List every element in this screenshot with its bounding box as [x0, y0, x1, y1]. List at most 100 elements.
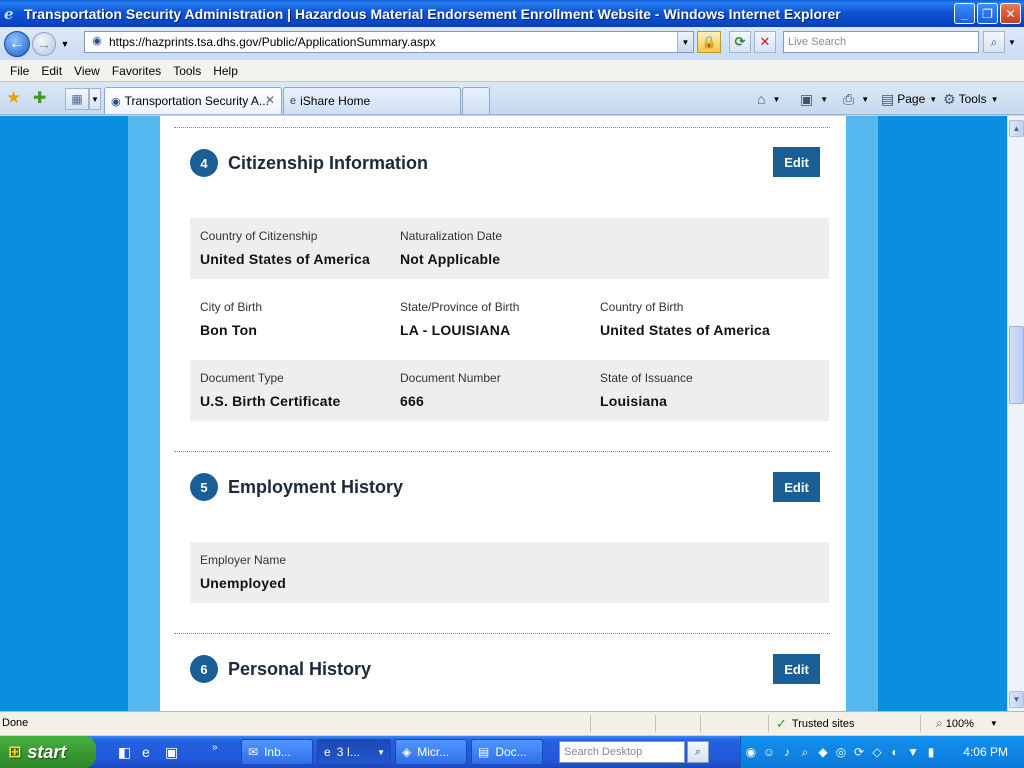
right-border-strip — [846, 116, 878, 711]
section-divider — [174, 633, 830, 634]
edit-personal-history-button[interactable]: Edit — [773, 654, 820, 684]
quick-tabs-button[interactable]: ▦ — [65, 88, 89, 110]
section-title: Citizenship Information — [228, 153, 428, 173]
close-button[interactable]: ✕ — [1000, 3, 1021, 24]
shield-tray-icon[interactable]: ◇ — [869, 744, 885, 760]
edit-employment-button[interactable]: Edit — [773, 472, 820, 502]
menu-favorites[interactable]: Favorites — [106, 64, 167, 78]
forward-arrow-icon: → — [37, 35, 51, 52]
section-title: Employment History — [228, 477, 404, 497]
internet-explorer-icon: e — [4, 4, 14, 23]
page-viewport: 4 Citizenship Information Edit Country o… — [0, 116, 1007, 711]
menu-view[interactable]: View — [68, 64, 106, 78]
menu-help[interactable]: Help — [207, 64, 244, 78]
quick-tabs-grid-icon: ▦ — [71, 92, 83, 106]
scroll-down-arrow-icon[interactable]: ▼ — [1009, 691, 1024, 708]
address-dropdown-button[interactable]: ▼ — [677, 32, 693, 52]
scrollbar-thumb[interactable] — [1009, 326, 1024, 404]
security-lock-icon[interactable]: 🔒 — [697, 31, 721, 53]
search-button[interactable]: ⌕ — [983, 31, 1005, 53]
show-desktop-icon[interactable]: ◧ — [118, 744, 131, 761]
search-icon: ⌕ — [694, 745, 702, 758]
taskbar-button-document[interactable]: ▤ Doc... — [471, 739, 543, 765]
status-bar: Done ✓ Trusted sites ⌕ 100% ▼ — [0, 711, 1024, 735]
field-label: State of Issuance — [600, 371, 693, 385]
live-search-input[interactable]: Live Search — [783, 31, 979, 53]
minimize-button[interactable]: _ — [954, 3, 975, 24]
section-divider — [174, 451, 830, 452]
security-zone-indicator[interactable]: ✓ Trusted sites — [776, 716, 854, 732]
gear-icon: ⚙ — [943, 90, 956, 107]
step-number-badge: 6 — [190, 655, 218, 683]
tab-close-icon[interactable]: ✕ — [265, 93, 275, 107]
info-row: Employer Name Unemployed — [190, 542, 829, 603]
tab-ishare-home[interactable]: e iShare Home — [283, 87, 461, 114]
security-tray-icon[interactable]: ◆ — [815, 744, 831, 760]
window-titlebar[interactable]: e Transportation Security Administration… — [0, 0, 1024, 27]
left-border-strip — [128, 116, 160, 711]
app-tray-icon[interactable]: ◐ — [887, 744, 903, 760]
new-tab-button[interactable] — [462, 87, 490, 114]
desktop-search-button[interactable]: ⌕ — [687, 741, 709, 763]
taskbar-button-microsoft[interactable]: ◈ Micr... — [395, 739, 467, 765]
status-separator — [590, 715, 591, 732]
system-tray: ◉ ☺ ♪ ⌕ ◆ ◎ ⟳ ◇ ◐ ▼ ▮ 4:06 PM — [740, 736, 1024, 768]
add-favorite-icon[interactable]: ✚ — [33, 88, 46, 108]
app-tray-icon[interactable]: ▼ — [905, 744, 921, 760]
search-tray-icon[interactable]: ⌕ — [797, 744, 813, 760]
rss-feed-icon: ▣ — [800, 90, 814, 107]
tab-transportation-security[interactable]: ◉ Transportation Security A... ✕ — [104, 87, 282, 114]
status-separator — [920, 715, 921, 732]
menu-tools[interactable]: Tools — [167, 64, 207, 78]
back-button[interactable]: ← — [4, 30, 30, 57]
address-bar[interactable]: ◉ https://hazprints.tsa.dhs.gov/Public/A… — [84, 31, 694, 53]
tab-list-dropdown[interactable]: ▼ — [89, 88, 101, 110]
scroll-up-arrow-icon[interactable]: ▲ — [1009, 120, 1024, 137]
group-dropdown-icon: ▼ — [377, 747, 385, 757]
internet-explorer-quicklaunch-icon[interactable]: e — [142, 744, 150, 760]
tab-label: Transportation Security A... — [124, 94, 269, 108]
zoom-level-button[interactable]: ⌕ 100% ▼ — [936, 716, 998, 731]
taskbar-button-label: Doc... — [495, 745, 527, 759]
info-row: City of Birth Bon Ton State/Province of … — [190, 289, 829, 350]
update-tray-icon[interactable]: ◎ — [833, 744, 849, 760]
recent-pages-dropdown[interactable]: ▼ — [58, 39, 72, 49]
vertical-scrollbar[interactable]: ▲ ▼ — [1007, 116, 1024, 711]
menu-file[interactable]: File — [4, 64, 35, 78]
refresh-button[interactable]: ⟳ — [729, 31, 751, 53]
forward-button[interactable]: → — [32, 31, 56, 56]
excel-quicklaunch-icon[interactable]: ▣ — [165, 744, 178, 761]
antivirus-tray-icon[interactable]: ▮ — [923, 744, 939, 760]
address-url[interactable]: https://hazprints.tsa.dhs.gov/Public/App… — [109, 35, 436, 49]
window-title: Transportation Security Administration |… — [24, 5, 841, 22]
search-options-dropdown[interactable]: ▼ — [1006, 31, 1018, 53]
step-number-badge: 5 — [190, 473, 218, 501]
maximize-button[interactable]: ❐ — [977, 3, 998, 24]
home-button[interactable]: ⌂ ▼ — [757, 89, 780, 109]
start-label: start — [27, 741, 67, 762]
field-value: United States of America — [200, 251, 370, 267]
print-button[interactable]: ⎙ ▼ — [843, 89, 869, 109]
taskbar-button-ie-group[interactable]: e 3 I... ▼ — [317, 739, 391, 765]
field-country-of-citizenship: Country of Citizenship United States of … — [200, 229, 370, 267]
field-label: Document Number — [400, 371, 501, 385]
quicklaunch-overflow-icon[interactable]: » — [212, 742, 218, 753]
tools-menu-button[interactable]: ⚙ Tools ▼ — [943, 89, 999, 109]
desktop-search-input[interactable]: Search Desktop — [559, 741, 685, 763]
taskbar-button-inbox[interactable]: ✉ Inb... — [241, 739, 313, 765]
system-clock[interactable]: 4:06 PM — [963, 745, 1008, 759]
feeds-button[interactable]: ▣ ▼ — [800, 89, 828, 109]
edit-citizenship-button[interactable]: Edit — [773, 147, 820, 177]
search-icon: ⌕ — [990, 34, 998, 49]
field-value: Bon Ton — [200, 322, 258, 338]
favorites-center-star-icon[interactable]: ★ — [6, 88, 21, 108]
network-tray-icon[interactable]: ◉ — [743, 744, 759, 760]
sync-tray-icon[interactable]: ⟳ — [851, 744, 867, 760]
section-divider — [174, 127, 830, 128]
menu-edit[interactable]: Edit — [35, 64, 68, 78]
page-menu-button[interactable]: ▤ Page ▼ — [881, 89, 937, 109]
messenger-tray-icon[interactable]: ☺ — [761, 744, 777, 760]
volume-tray-icon[interactable]: ♪ — [779, 744, 795, 760]
start-button[interactable]: ⊞ start — [0, 736, 96, 768]
stop-button[interactable]: ✕ — [754, 31, 776, 53]
